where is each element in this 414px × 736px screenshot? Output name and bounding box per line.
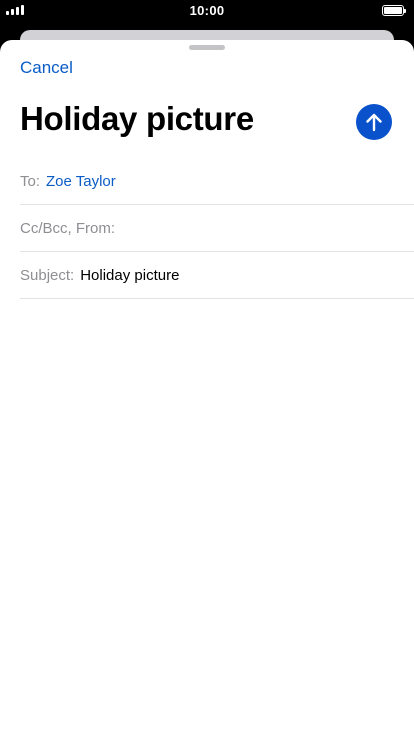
subject-input[interactable]: Holiday picture	[80, 267, 179, 284]
send-button[interactable]	[356, 104, 392, 140]
cancel-button[interactable]: Cancel	[20, 58, 73, 78]
recipient-token[interactable]: Zoe Taylor	[46, 173, 116, 190]
status-bar: 10:00	[0, 0, 414, 22]
to-field[interactable]: To: Zoe Taylor	[20, 158, 414, 205]
cc-bcc-from-label: Cc/Bcc, From:	[20, 219, 116, 237]
status-time: 10:00	[189, 3, 225, 18]
to-label: To:	[20, 172, 41, 190]
subject-label: Subject:	[20, 266, 75, 284]
cc-bcc-from-field[interactable]: Cc/Bcc, From:	[20, 205, 414, 252]
sheet-grabber[interactable]	[189, 45, 225, 50]
arrow-up-icon	[366, 113, 382, 132]
compose-title: Holiday picture	[20, 100, 254, 137]
compose-sheet: Cancel Holiday picture To: Zoe Taylor Cc…	[0, 40, 414, 736]
subject-field[interactable]: Subject: Holiday picture	[20, 252, 414, 299]
battery-icon	[382, 5, 406, 16]
